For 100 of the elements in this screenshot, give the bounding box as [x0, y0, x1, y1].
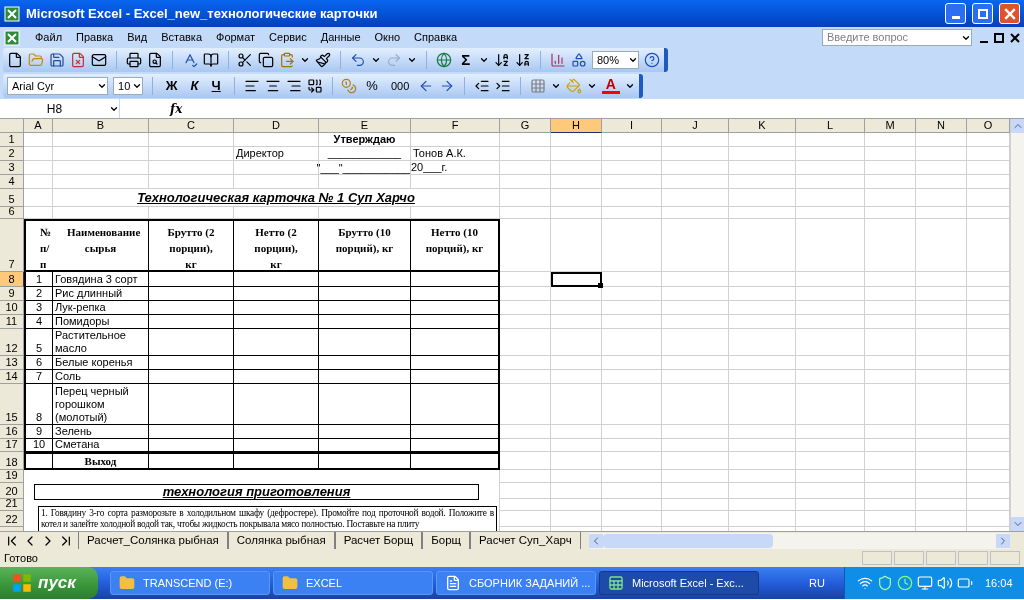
recipe-heading: технология приготовления: [162, 483, 351, 502]
date-year: 20___г.: [411, 161, 500, 175]
row-header[interactable]: 8: [0, 272, 24, 287]
table-header-cell: Нетто (2 порции), кг: [234, 219, 319, 272]
thousands-button[interactable]: 000: [386, 77, 414, 95]
taskbar-button[interactable]: TRANSCEND (E:): [110, 571, 270, 595]
column-header[interactable]: E: [319, 119, 411, 133]
column-header[interactable]: F: [411, 119, 500, 133]
table-cell: 9: [24, 425, 53, 439]
row-header[interactable]: 4: [0, 175, 24, 189]
column-header[interactable]: A: [24, 119, 53, 133]
status-text: Готово: [4, 550, 39, 566]
menu-item[interactable]: Вставка: [154, 29, 209, 46]
sheet-tab[interactable]: Расчет Суп_Харч: [470, 532, 581, 549]
font-size-select[interactable]: 10: [113, 77, 144, 95]
position-text: Директор: [234, 147, 319, 161]
row-header[interactable]: 13: [0, 356, 24, 370]
column-header[interactable]: C: [149, 119, 234, 133]
table-cell: Лук-репка: [53, 301, 149, 315]
bold-button[interactable]: Ж: [161, 76, 182, 96]
table-cell: Растительное масло: [53, 329, 149, 356]
row-header[interactable]: 9: [0, 287, 24, 301]
clock: 16:04: [985, 575, 1013, 591]
row-header[interactable]: 10: [0, 301, 24, 315]
row-header[interactable]: 3: [0, 161, 24, 175]
table-cell: Белые коренья: [53, 356, 149, 370]
row-header[interactable]: 1: [0, 133, 24, 147]
italic-button[interactable]: К: [186, 76, 203, 96]
row-header[interactable]: 16: [0, 425, 24, 439]
column-header[interactable]: J: [662, 119, 729, 133]
row-header[interactable]: 20: [0, 483, 24, 499]
menu-item[interactable]: Вид: [120, 29, 155, 46]
font-color-button[interactable]: A: [601, 78, 620, 94]
column-header[interactable]: H: [551, 119, 602, 133]
menu-item[interactable]: Данные: [313, 29, 368, 46]
recipe-text: 1. Говядину 3-го сорта разморозьте в холодильном шкафу (дефростере). Промойте под проточной водой. Положите в котел и залейте холодной водой так, чтобы жидкость покрывала мясо полностью. Поставьте на плиту: [40, 507, 495, 530]
table-cell: Зелень: [53, 425, 149, 439]
table-cell: Рис длинный: [53, 287, 149, 301]
row-header[interactable]: 11: [0, 315, 24, 329]
row-header[interactable]: 19: [0, 470, 24, 483]
sheet-tab[interactable]: Солянка рыбная: [227, 532, 335, 549]
signature-line: ____________: [319, 147, 411, 161]
row-header[interactable]: 22: [0, 511, 24, 527]
table-cell: 8: [24, 384, 53, 425]
column-header[interactable]: N: [916, 119, 967, 133]
font-select[interactable]: Arial Cyr: [7, 77, 109, 95]
table-cell: 10: [24, 439, 53, 452]
taskbar-button[interactable]: СБОРНИК ЗАДАНИЙ ...: [436, 571, 596, 595]
window-title: Microsoft Excel - Excel_new_технологические карточки: [26, 4, 379, 23]
row-header[interactable]: 12: [0, 329, 24, 356]
percent-button[interactable]: %: [362, 76, 382, 96]
table-cell: 2: [24, 287, 53, 301]
column-header[interactable]: B: [53, 119, 149, 133]
director-name: Тонов А.К.: [411, 147, 500, 161]
row-header[interactable]: 2: [0, 147, 24, 161]
table-header-cell: Нетто (10 порций), кг: [411, 219, 500, 272]
table-cell: Перец черный горошком (молотый): [53, 384, 149, 425]
sheet-tab[interactable]: Борщ: [422, 532, 471, 549]
table-header-cell: № п/п: [24, 219, 55, 272]
menu-item[interactable]: Справка: [407, 29, 465, 46]
column-header[interactable]: I: [602, 119, 662, 133]
table-cell: Говядина 3 сорт: [53, 272, 149, 287]
table-cell: Помидоры: [53, 315, 149, 329]
row-header[interactable]: 5: [0, 189, 24, 207]
sheet-tab[interactable]: Расчет Борщ: [334, 532, 423, 549]
column-header[interactable]: D: [234, 119, 319, 133]
menu-item[interactable]: Файл: [28, 29, 70, 46]
column-header[interactable]: L: [796, 119, 865, 133]
column-header[interactable]: G: [500, 119, 551, 133]
row-header[interactable]: 18: [0, 452, 24, 470]
row-header[interactable]: 6: [0, 207, 24, 219]
total-cell: Выход: [53, 452, 149, 470]
autosum-button[interactable]: Σ: [457, 48, 475, 72]
column-header[interactable]: K: [729, 119, 796, 133]
menu-item[interactable]: Сервис: [262, 29, 314, 46]
function-label[interactable]: fx: [170, 99, 183, 118]
row-header[interactable]: 17: [0, 439, 24, 452]
card-title: Технологическая карточка № 1 Суп Харчо: [53, 189, 500, 207]
taskbar-button[interactable]: Microsoft Excel - Exc...: [599, 571, 759, 595]
table-cell: 6: [24, 356, 53, 370]
menu-item[interactable]: Окно: [367, 29, 408, 46]
row-header[interactable]: 15: [0, 384, 24, 425]
taskbar-button[interactable]: EXCEL: [273, 571, 433, 595]
column-header[interactable]: M: [865, 119, 916, 133]
row-header[interactable]: 7: [0, 219, 24, 272]
table-cell: Сметана: [53, 439, 149, 452]
table-header-cell: Брутто (2 порции), кг: [149, 219, 234, 272]
table-cell: 1: [24, 272, 53, 287]
zoom-select[interactable]: 80%: [592, 51, 640, 69]
table-cell: 7: [24, 370, 53, 384]
sheet-tab[interactable]: Расчет_Солянка рыбная: [78, 532, 228, 549]
language-indicator[interactable]: RU: [809, 574, 825, 592]
row-header[interactable]: 14: [0, 370, 24, 384]
menu-item[interactable]: Правка: [69, 29, 121, 46]
row-header[interactable]: 21: [0, 499, 24, 511]
menu-item[interactable]: Формат: [209, 29, 263, 46]
start-button[interactable]: пуск: [0, 567, 98, 599]
table-cell: 4: [24, 315, 53, 329]
underline-button[interactable]: Ч: [207, 76, 225, 96]
column-header[interactable]: O: [967, 119, 1010, 133]
